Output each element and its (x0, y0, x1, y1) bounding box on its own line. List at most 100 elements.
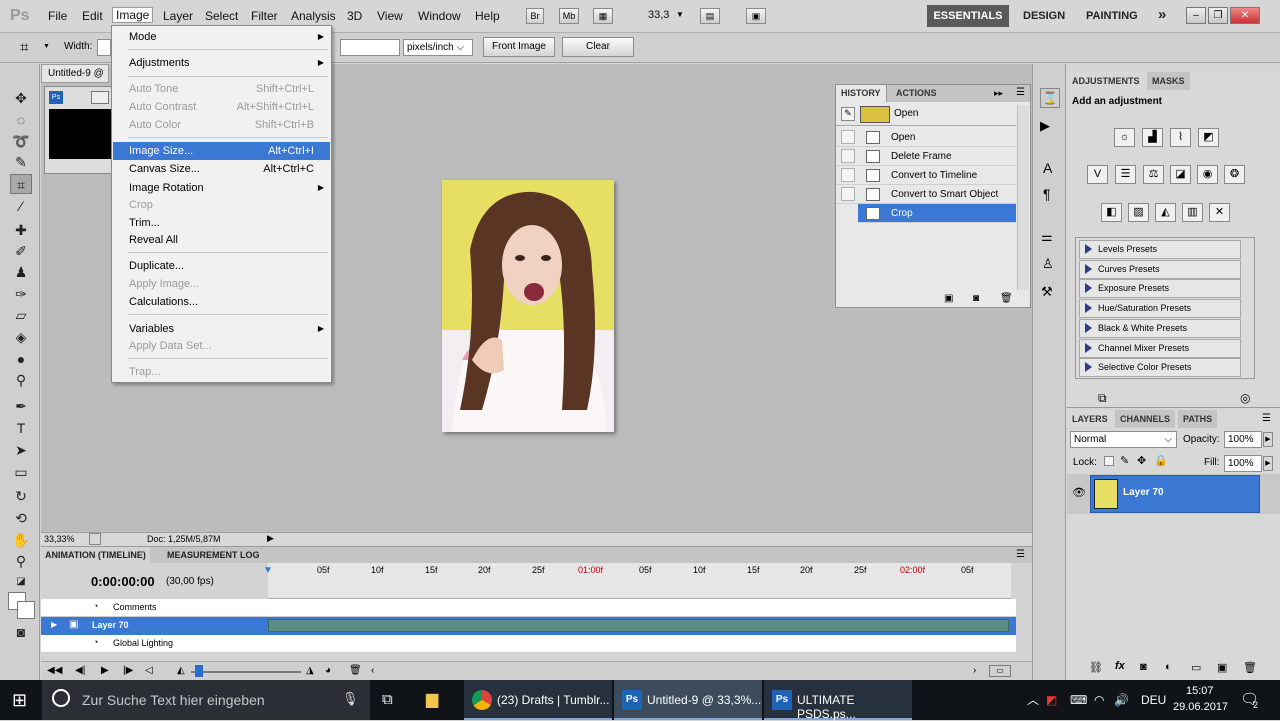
black-white-icon[interactable]: ◪ (1170, 165, 1191, 184)
clock-date[interactable]: 29.06.2017 (1173, 701, 1228, 713)
layer-style-icon[interactable]: fx (1115, 660, 1125, 672)
history-step[interactable]: Convert to Timeline (836, 166, 1016, 185)
quick-selection-tool-icon[interactable]: ✎ (10, 152, 32, 172)
menu-item-image-size[interactable]: Image Size... Alt+Ctrl+I (113, 142, 330, 160)
tab-history[interactable]: HISTORY (836, 85, 887, 102)
gradient-map-icon[interactable]: ▥ (1182, 203, 1203, 222)
brush-panel-icon[interactable]: ⚌ (1041, 229, 1053, 245)
current-timecode[interactable]: 0:00:00:00 (91, 574, 155, 589)
menu-filter[interactable]: Filter (251, 9, 278, 23)
layer-row-layer-70[interactable]: Layer 70 (1090, 475, 1260, 513)
close-icon[interactable]: ✕ (1230, 7, 1260, 24)
link-layers-icon[interactable]: ⛓ (1089, 661, 1103, 674)
show-hidden-icons-icon[interactable]: ︿ (1027, 684, 1039, 716)
exposure-icon[interactable]: ◩ (1198, 128, 1219, 147)
lock-pixels-icon[interactable]: ✎ (1120, 454, 1129, 467)
timeline-zoom-slider[interactable] (191, 671, 301, 673)
zoom-level[interactable]: 33,3 (648, 9, 669, 21)
new-group-icon[interactable]: ▭ (1191, 661, 1201, 674)
fill-slider-icon[interactable]: ▶ (1263, 456, 1273, 471)
actions-panel-icon[interactable]: ▶ (1040, 118, 1050, 134)
bridge-button[interactable]: Br (526, 8, 544, 24)
path-selection-tool-icon[interactable]: ➤ (10, 440, 32, 460)
tool-preset-dropdown-icon[interactable]: ▼ (43, 43, 50, 50)
taskbar-search[interactable]: Zur Suche Text hier eingeben 🎙 (42, 680, 370, 720)
workspace-design[interactable]: DESIGN (1023, 10, 1065, 22)
quick-mask-icon[interactable]: ◙ (10, 622, 32, 642)
clock-time[interactable]: 15:07 (1186, 685, 1214, 697)
menu-item-duplicate[interactable]: Duplicate... (113, 257, 330, 275)
workspace-more[interactable]: » (1158, 6, 1166, 23)
menu-3d[interactable]: 3D (347, 9, 362, 23)
brightness-contrast-icon[interactable]: ☼ (1114, 128, 1135, 147)
document-image[interactable] (442, 180, 614, 432)
brush-tool-icon[interactable]: ✐ (10, 241, 32, 261)
hue-saturation-icon[interactable]: ☰ (1115, 165, 1136, 184)
minimize-doc-icon[interactable] (91, 91, 109, 104)
menu-item-mode[interactable]: Mode ▶ (113, 28, 330, 46)
menu-window[interactable]: Window (418, 9, 461, 23)
screen-mode-icon[interactable]: ▣ (746, 8, 766, 24)
tab-actions[interactable]: ACTIONS (891, 85, 942, 102)
levels-icon[interactable]: ▟ (1142, 128, 1163, 147)
zoom-slider-thumb-icon[interactable] (195, 665, 203, 677)
restore-icon[interactable]: ❐ (1208, 7, 1228, 24)
type-tool-icon[interactable]: T (10, 418, 32, 438)
paragraph-panel-icon[interactable]: ¶ (1043, 186, 1051, 202)
collapse-panel-icon[interactable]: ▸▸ (994, 88, 1003, 99)
clear-button[interactable]: Clear (562, 37, 634, 57)
taskbar-app-photoshop-untitled[interactable]: Ps Untitled-9 @ 33,3%... (614, 680, 762, 720)
status-menu-arrow-icon[interactable]: ▶ (267, 533, 274, 544)
history-step[interactable]: Open (836, 128, 1016, 147)
ime-icon[interactable]: ⌨ (1070, 684, 1087, 716)
clone-stamp-tool-icon[interactable]: ♟ (10, 262, 32, 282)
background-color-swatch[interactable] (17, 601, 35, 619)
menu-item-trim[interactable]: Trim... (113, 214, 330, 232)
posterize-icon[interactable]: ▨ (1128, 203, 1149, 222)
preset-black-white[interactable]: Black & White Presets (1079, 319, 1241, 338)
menu-item-apply-image[interactable]: Apply Image... (113, 275, 330, 293)
marquee-tool-icon[interactable]: ◌ (10, 110, 32, 130)
zoom-tool-icon[interactable]: ⚲ (10, 551, 32, 571)
tab-measurement-log[interactable]: MEASUREMENT LOG (163, 547, 264, 563)
lock-all-icon[interactable]: 🔒 (1154, 454, 1168, 467)
taskbar-app-chrome[interactable]: (23) Drafts | Tumblr... (464, 680, 612, 720)
track-layer-70[interactable]: ▶ ▣ Layer 70 (41, 617, 1016, 635)
menu-item-trap[interactable]: Trap... (113, 363, 330, 381)
timeline-panel-menu-icon[interactable]: ☰ (1016, 549, 1025, 560)
new-document-from-state-icon[interactable]: ▣ (944, 293, 953, 304)
front-image-button[interactable]: Front Image (483, 37, 555, 57)
character-panel-icon[interactable]: A (1043, 160, 1052, 176)
blend-mode-select[interactable]: Normal ⌵ (1070, 431, 1177, 448)
selective-color-icon[interactable]: ✕ (1209, 203, 1230, 222)
menu-select[interactable]: Select (205, 9, 238, 23)
resolution-input[interactable] (340, 39, 400, 56)
delete-layer-icon[interactable]: 🗑 (1243, 661, 1257, 674)
history-brush-tool-icon[interactable]: ✑ (10, 284, 32, 304)
preset-curves[interactable]: Curves Presets (1079, 260, 1241, 279)
preset-channel-mixer[interactable]: Channel Mixer Presets (1079, 339, 1241, 358)
menu-item-image-rotation[interactable]: Image Rotation ▶ (113, 179, 330, 197)
opacity-slider-icon[interactable]: ▶ (1263, 432, 1273, 447)
menu-layer[interactable]: Layer (163, 9, 193, 23)
tab-masks[interactable]: MASKS (1147, 72, 1190, 90)
move-tool-icon[interactable]: ✥ (10, 88, 32, 108)
history-panel-icon[interactable]: ⌛ (1040, 88, 1060, 108)
language-indicator[interactable]: DEU (1141, 684, 1166, 716)
channel-mixer-icon[interactable]: ❂ (1224, 165, 1245, 184)
convert-to-frames-icon[interactable]: ▭ (989, 665, 1011, 677)
preset-hue-saturation[interactable]: Hue/Saturation Presets (1079, 299, 1241, 318)
menu-item-calculations[interactable]: Calculations... (113, 293, 330, 311)
menu-image[interactable]: Image (112, 7, 154, 23)
prev-frame-icon[interactable]: ◀| (75, 665, 85, 676)
zoom-in-timeline-icon[interactable]: ◮ (306, 665, 314, 676)
tab-paths[interactable]: PATHS (1178, 410, 1218, 428)
file-explorer-icon[interactable]: ▆ (426, 684, 438, 716)
healing-brush-tool-icon[interactable]: ✚ (10, 220, 32, 240)
mini-bridge-button[interactable]: Mb (559, 8, 579, 24)
menu-item-auto-color[interactable]: Auto Color Shift+Ctrl+B (113, 116, 330, 134)
status-options-icon[interactable] (89, 533, 101, 545)
menu-item-apply-data-set[interactable]: Apply Data Set... (113, 337, 330, 355)
task-view-icon[interactable]: ⧉ (382, 684, 393, 716)
taskbar-app-photoshop-psds[interactable]: Ps ULTIMATE PSDS.ps... (764, 680, 912, 721)
